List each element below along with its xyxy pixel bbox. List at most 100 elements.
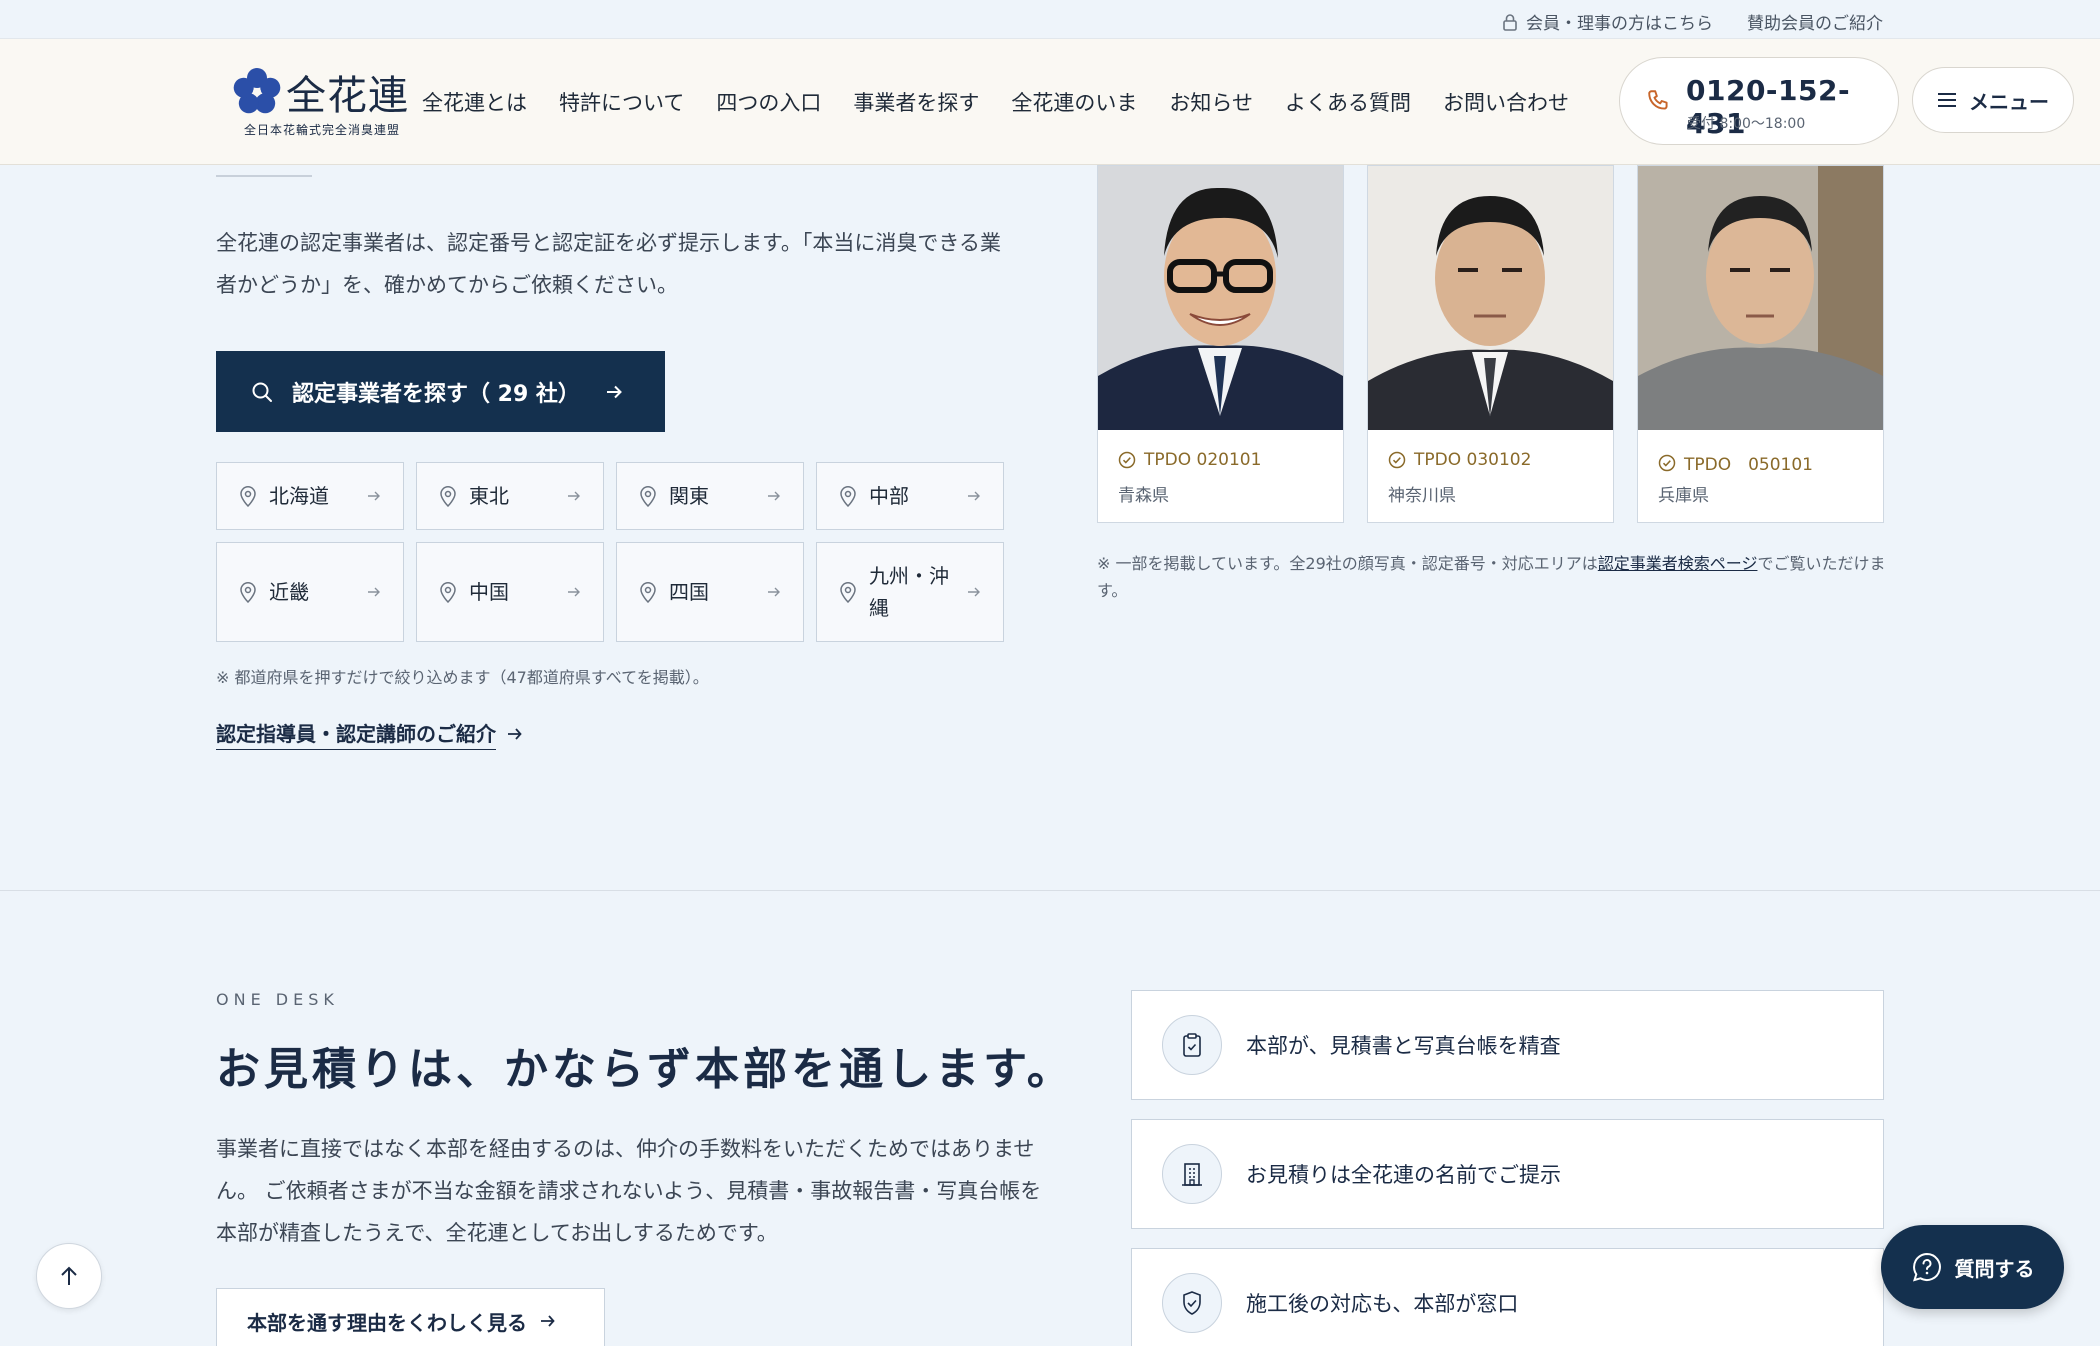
region-label: 中国 xyxy=(469,580,509,604)
logo-name: 全花連 xyxy=(286,73,409,119)
feature-text: 施工後の対応も、本部が窓口 xyxy=(1246,1292,1519,1316)
check-circle-icon xyxy=(1388,451,1406,469)
provider-card[interactable]: TPDO 050101 兵庫県 xyxy=(1637,165,1884,523)
prefecture-note: ※ 都道府県を押すだけで絞り込めます（47都道府県すべてを掲載）。 xyxy=(216,668,709,687)
check-circle-icon xyxy=(1118,451,1136,469)
clipboard-check-icon xyxy=(1183,1033,1201,1057)
sponsor-link[interactable]: 賛助会員のご紹介 xyxy=(1747,9,1883,34)
reason-detail-button[interactable]: 本部を通す理由をくわしく見る xyxy=(216,1288,605,1346)
nav-news[interactable]: お知らせ xyxy=(1169,87,1253,117)
phone-icon xyxy=(1648,90,1668,110)
nav-about[interactable]: 全花連とは xyxy=(422,87,527,117)
section-heading: お見積りは、かならず本部を通します。 xyxy=(216,1044,1075,1095)
logo-subtitle: 全日本花輪式完全消臭連盟 xyxy=(244,123,401,137)
utility-bar: 会員・理事の方はこちら 賛助会員のご紹介 xyxy=(0,0,2100,39)
arrow-right-icon xyxy=(968,587,980,597)
region-label: 東北 xyxy=(469,484,509,508)
site-logo[interactable]: 全花連 全日本花輪式完全消臭連盟 xyxy=(232,63,422,143)
reason-detail-label: 本部を通す理由をくわしく見る xyxy=(247,1310,527,1335)
arrow-right-icon xyxy=(768,491,780,501)
member-login-label: 会員・理事の方はこちら xyxy=(1526,14,1713,34)
region-kinki[interactable]: 近畿 xyxy=(216,542,404,642)
lock-icon xyxy=(1503,13,1517,31)
region-grid: 北海道 東北 関東 中部 近畿 中国 四国 九州・沖縄 xyxy=(216,462,1004,642)
region-label: 四国 xyxy=(669,580,709,604)
site-header: 全花連 全日本花輪式完全消臭連盟 全花連とは 特許について 四つの入口 事業者を… xyxy=(0,39,2100,165)
sponsor-label: 賛助会員のご紹介 xyxy=(1747,14,1883,34)
instructor-link-label: 認定指導員・認定講師のご紹介 xyxy=(216,718,496,750)
region-chugoku[interactable]: 中国 xyxy=(416,542,604,642)
map-pin-icon xyxy=(240,486,256,507)
provider-code: TPDO 030102 xyxy=(1388,450,1531,470)
provider-photo xyxy=(1638,166,1883,430)
nav-find-provider[interactable]: 事業者を探す xyxy=(853,87,979,117)
provider-code: TPDO 050101 xyxy=(1658,450,1813,475)
region-shikoku[interactable]: 四国 xyxy=(616,542,804,642)
provider-list-note: ※ 一部を掲載しています。全29社の顔写真・認定番号・対応エリアは認定事業者検索… xyxy=(1097,550,1887,604)
provider-photo xyxy=(1098,166,1343,430)
map-pin-icon xyxy=(640,486,656,507)
arrow-right-icon xyxy=(568,587,580,597)
find-provider-label: 認定事業者を探す（ 29 社） xyxy=(292,381,580,407)
question-bubble-icon xyxy=(1912,1252,1941,1282)
feature-text: 本部が、見積書と写真台帳を精査 xyxy=(1246,1034,1561,1058)
region-hokkaido[interactable]: 北海道 xyxy=(216,462,404,530)
region-chubu[interactable]: 中部 xyxy=(816,462,1004,530)
nav-four-entrances[interactable]: 四つの入口 xyxy=(716,87,821,117)
region-kanto[interactable]: 関東 xyxy=(616,462,804,530)
phone-button[interactable]: 0120-152-431 受付 8:00〜18:00 xyxy=(1619,57,1899,145)
search-icon xyxy=(252,382,272,402)
provider-card[interactable]: TPDO 020101 青森県 xyxy=(1097,165,1344,523)
shield-check-icon xyxy=(1183,1291,1201,1315)
arrow-right-icon xyxy=(968,491,980,501)
feature-item: 施工後の対応も、本部が窓口 xyxy=(1131,1248,1884,1346)
arrow-right-icon xyxy=(568,491,580,501)
provider-card[interactable]: TPDO 030102 神奈川県 xyxy=(1367,165,1614,523)
region-kyushu-okinawa[interactable]: 九州・沖縄 xyxy=(816,542,1004,642)
provider-photo xyxy=(1368,166,1613,430)
member-login-link[interactable]: 会員・理事の方はこちら xyxy=(1502,9,1713,34)
arrow-right-icon xyxy=(508,728,522,740)
map-pin-icon xyxy=(440,486,456,507)
nav-contact[interactable]: お問い合わせ xyxy=(1443,87,1569,117)
provider-code-text: TPDO 020101 xyxy=(1144,450,1262,470)
provider-code-text: TPDO 030102 xyxy=(1414,450,1532,470)
map-pin-icon xyxy=(440,582,456,603)
menu-button[interactable]: メニュー xyxy=(1912,67,2074,133)
region-label: 近畿 xyxy=(269,580,309,604)
section-divider xyxy=(0,890,2100,891)
provider-search-link[interactable]: 認定事業者検索ページ xyxy=(1598,554,1758,573)
main-nav: 全花連とは 特許について 四つの入口 事業者を探す 全花連のいま お知らせ よく… xyxy=(422,87,1601,117)
region-tohoku[interactable]: 東北 xyxy=(416,462,604,530)
arrow-right-icon xyxy=(541,1315,555,1327)
intro-text: 全花連の認定事業者は、認定番号と認定証を必ず提示します。「本当に消臭できる業者か… xyxy=(216,231,1001,297)
map-pin-icon xyxy=(840,582,856,603)
provider-code-text: TPDO 050101 xyxy=(1684,455,1814,475)
feature-item: 本部が、見積書と写真台帳を精査 xyxy=(1131,990,1884,1100)
nav-patent[interactable]: 特許について xyxy=(559,87,684,117)
back-to-top-button[interactable] xyxy=(36,1243,102,1309)
provider-code: TPDO 020101 xyxy=(1118,450,1261,470)
region-label: 中部 xyxy=(869,484,909,508)
flower-logo-icon xyxy=(233,68,281,114)
map-pin-icon xyxy=(640,582,656,603)
provider-prefecture: 神奈川県 xyxy=(1388,486,1456,506)
find-provider-button[interactable]: 認定事業者を探す（ 29 社） xyxy=(216,351,665,432)
arrow-right-icon xyxy=(368,491,380,501)
menu-label: メニュー xyxy=(1969,89,2049,114)
arrow-up-icon xyxy=(61,1266,77,1285)
section-body: 事業者に直接ではなく本部を経由するのは、仲介の手数料をいただくためではありません… xyxy=(216,1137,1042,1245)
ask-question-button[interactable]: 質問する xyxy=(1881,1225,2064,1309)
provider-prefecture: 青森県 xyxy=(1118,486,1169,506)
nav-faq[interactable]: よくある質問 xyxy=(1285,87,1411,117)
region-label: 関東 xyxy=(669,484,709,508)
arrow-right-icon xyxy=(368,587,380,597)
provider-prefecture: 兵庫県 xyxy=(1658,486,1709,506)
instructor-link[interactable]: 認定指導員・認定講師のご紹介 xyxy=(216,718,524,750)
heading-accent-line xyxy=(216,175,312,177)
region-label: 九州・沖縄 xyxy=(869,564,949,620)
ask-question-label: 質問する xyxy=(1954,1256,2035,1281)
arrow-right-icon xyxy=(768,587,780,597)
building-icon xyxy=(1182,1163,1202,1186)
nav-now[interactable]: 全花連のいま xyxy=(1011,87,1137,117)
